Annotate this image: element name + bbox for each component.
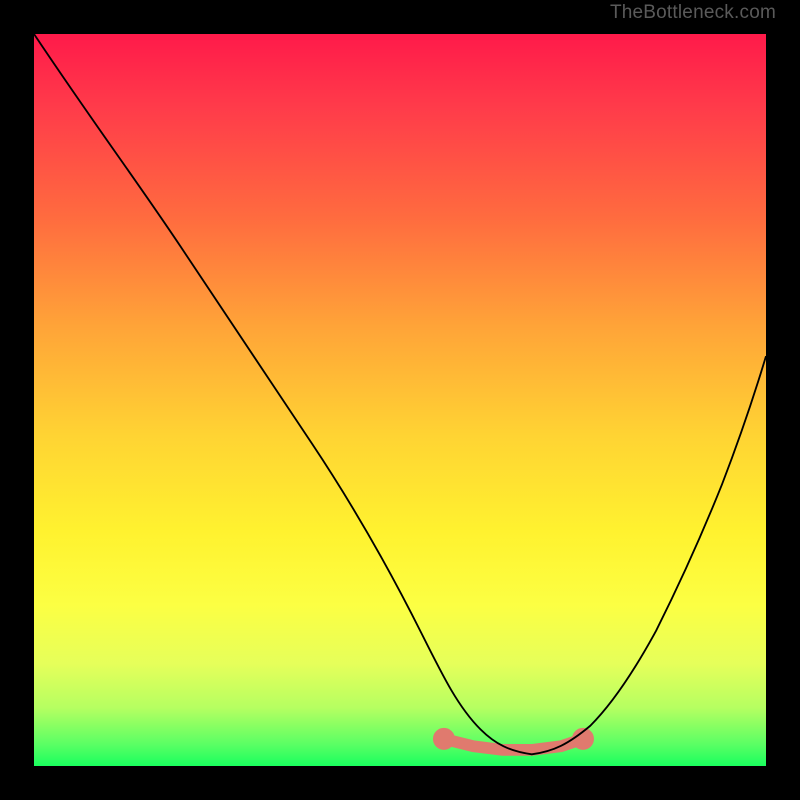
bottleneck-curve [34,34,766,754]
watermark-text: TheBottleneck.com [610,2,776,24]
plot-area [34,34,766,766]
highlight-markers [437,732,589,750]
chart-frame [22,22,778,778]
curve-layer [34,34,766,766]
